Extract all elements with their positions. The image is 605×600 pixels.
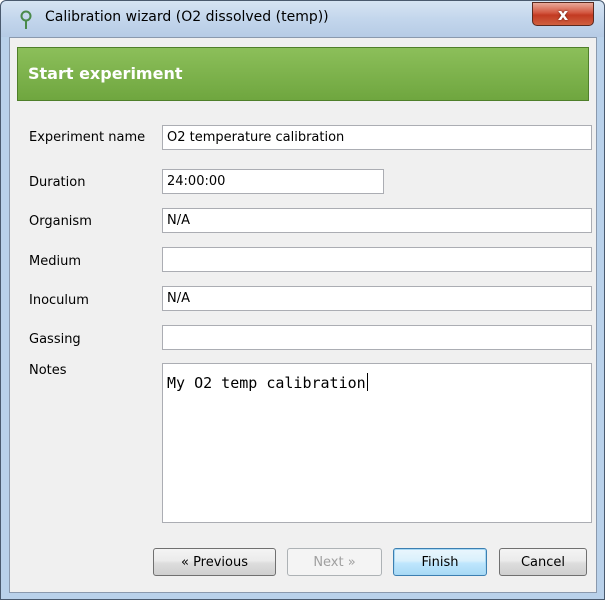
organism-label: Organism [29,214,92,229]
pin-icon [20,10,32,29]
window-title: Calibration wizard (O2 dissolved (temp)) [45,9,329,25]
close-button[interactable]: x [532,2,594,26]
organism-input[interactable]: N/A [162,208,592,233]
experiment-name-label: Experiment name [29,130,146,145]
inoculum-label: Inoculum [29,293,89,308]
experiment-name-input[interactable]: O2 temperature calibration [162,125,592,150]
duration-label: Duration [29,175,86,190]
cancel-button[interactable]: Cancel [499,548,587,576]
next-button[interactable]: Next » [287,548,382,576]
duration-input[interactable]: 24:00:00 [162,169,384,194]
step-title: Start experiment [28,64,183,83]
title-bar[interactable]: Calibration wizard (O2 dissolved (temp))… [1,1,604,37]
notes-textarea[interactable]: My O2 temp calibration [162,363,592,523]
medium-input[interactable] [162,247,592,272]
previous-button[interactable]: « Previous [153,548,276,576]
inoculum-input[interactable]: N/A [162,286,592,311]
wizard-body: Start experiment Experiment name O2 temp… [9,37,597,593]
finish-button[interactable]: Finish [393,548,487,576]
step-header: Start experiment [17,47,589,101]
medium-label: Medium [29,254,81,269]
notes-label: Notes [29,363,67,378]
text-caret [366,373,368,391]
calibration-wizard-window: Calibration wizard (O2 dissolved (temp))… [0,0,605,600]
gassing-input[interactable] [162,325,592,350]
gassing-label: Gassing [29,332,81,347]
experiment-form: Experiment name O2 temperature calibrati… [17,113,592,553]
notes-text: My O2 temp calibration [167,374,366,392]
close-icon: x [557,4,569,24]
